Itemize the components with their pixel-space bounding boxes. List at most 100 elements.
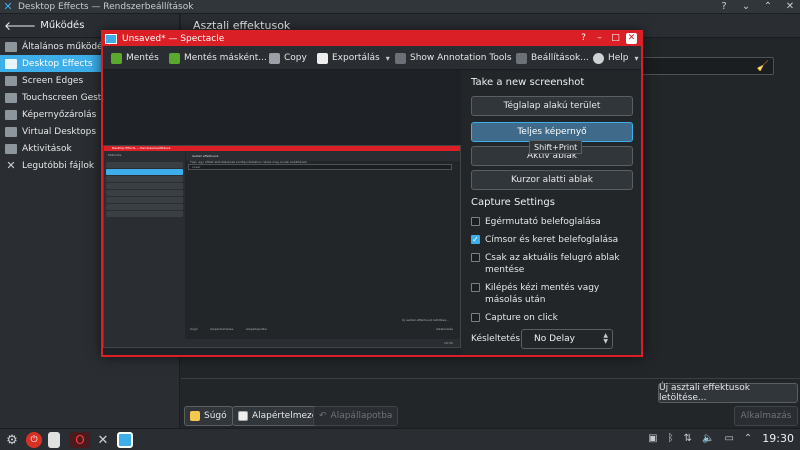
annotation-label: Show Annotation Tools	[410, 53, 512, 63]
shortcut-tooltip: Shift+Print	[529, 140, 583, 154]
thumb-download: Új asztali effektusok letöltése...	[402, 318, 450, 322]
system-tools-icon[interactable]: ✕	[95, 432, 111, 448]
annotate-icon	[395, 52, 406, 64]
save-as-label: Mentés másként...	[184, 53, 267, 63]
divider	[181, 378, 800, 379]
spectacle-icon[interactable]	[117, 432, 133, 448]
sidebar-item-label: Desktop Effects	[22, 58, 93, 69]
defaults-label: Alapértelmezés	[252, 411, 322, 421]
maximize-button[interactable]: □	[610, 33, 621, 44]
network-icon[interactable]: ⇅	[684, 433, 692, 444]
screen-edges-icon	[5, 75, 17, 86]
thumb-field: cover	[192, 165, 201, 169]
bottom-button-bar: Súgó Alapértelmezés ↶ Alapállapotba Alka…	[181, 404, 800, 428]
window-under-cursor-button[interactable]: Kurzor alatti ablak	[471, 170, 633, 190]
opera-icon[interactable]: O	[70, 432, 90, 448]
rect-region-button[interactable]: Téglalap alakú terület	[471, 96, 633, 116]
spectacle-icon	[105, 34, 117, 44]
checkbox[interactable]: ✓	[471, 235, 480, 244]
help-icon	[190, 411, 200, 421]
help-button[interactable]: Súgó	[184, 406, 233, 426]
export-button[interactable]: Exportálás ▾	[317, 50, 390, 66]
copy-icon	[269, 52, 280, 64]
delay-label: Késleltetés:	[471, 334, 524, 344]
volume-icon[interactable]: 🔈	[702, 433, 714, 444]
close-button[interactable]: ✕	[784, 1, 796, 13]
checkbox[interactable]	[471, 253, 480, 262]
minimize-button[interactable]: –	[594, 33, 605, 44]
new-shot-heading: Take a new screenshot	[471, 77, 585, 88]
help-window-button[interactable]: ?	[578, 33, 589, 44]
capture-on-click-checkbox[interactable]: Capture on click	[471, 312, 636, 324]
quit-after-save-checkbox[interactable]: Kilépés kézi mentés vagy másolás után	[471, 282, 636, 306]
close-button[interactable]: ✕	[626, 33, 637, 44]
taskbar: ⚙ ⏻ O ✕ ▣ ᛒ ⇅ 🔈 ▭ ⌃ 19:30	[0, 428, 800, 450]
spectacle-toolbar: Mentés Mentés másként... Copy Exportálás…	[103, 46, 641, 70]
thumbnail-image: Desktop Effects — Rendszerbeállítások Mű…	[103, 145, 461, 348]
undo-icon: ↶	[319, 411, 327, 421]
spectacle-title: Unsaved* — Spectacle	[122, 34, 225, 44]
sidebar-back-label: Működés	[40, 20, 85, 31]
touchscreen-icon	[5, 92, 17, 103]
include-decorations-checkbox[interactable]: ✓ Címsor és keret belefoglalása	[471, 234, 636, 246]
screenshot-preview[interactable]: Desktop Effects — Rendszerbeállítások Mű…	[103, 70, 461, 355]
spectacle-titlebar: Unsaved* — Spectacle ? – □ ✕	[103, 32, 641, 46]
checkbox[interactable]	[471, 217, 480, 226]
apply-button[interactable]: Alkalmazás	[734, 406, 798, 426]
capture-settings-heading: Capture Settings	[471, 197, 555, 208]
app-launcher-icon[interactable]: ⚙	[4, 432, 20, 448]
stop-icon[interactable]: ⏻	[26, 432, 42, 448]
chevron-down-icon: ▾	[634, 53, 639, 63]
spin-arrows-icon[interactable]: ▲ ▼	[603, 333, 608, 345]
defaults-icon	[238, 411, 248, 421]
annotation-button[interactable]: Show Annotation Tools	[395, 50, 512, 66]
thumb-back: Működés	[108, 153, 122, 157]
save-as-icon	[169, 52, 180, 64]
save-label: Mentés	[126, 53, 159, 63]
sidebar-item-label: Képernyőzárolás	[22, 109, 97, 120]
checkbox[interactable]	[471, 283, 480, 292]
settings-icon	[5, 41, 17, 52]
settings-button[interactable]: Beállítások...	[516, 50, 589, 66]
display-icon[interactable]: ▭	[724, 433, 733, 444]
virtual-desktops-icon	[5, 126, 17, 137]
checkbox[interactable]	[471, 313, 480, 322]
expand-tray-icon[interactable]: ⌃	[744, 433, 752, 444]
help-window-button[interactable]: ?	[718, 1, 730, 13]
lock-screen-icon	[5, 109, 17, 120]
window-titlebar: ✕ Desktop Effects — Rendszerbeállítások …	[0, 0, 800, 14]
save-button[interactable]: Mentés	[111, 50, 159, 66]
download-effects-button[interactable]: Új asztali effektusok letöltése...	[658, 383, 798, 403]
delay-spinbox[interactable]: No Delay ▲ ▼	[521, 329, 613, 349]
clipboard-icon[interactable]: ▣	[648, 433, 657, 444]
clear-icon[interactable]: 🧹	[757, 61, 769, 72]
activities-icon	[5, 143, 17, 154]
filter-input[interactable]: 🧹	[640, 57, 774, 75]
popup-only-checkbox[interactable]: Csak az aktuális felugró ablak mentése	[471, 252, 636, 276]
fullscreen-button[interactable]: Teljes képernyő	[471, 122, 633, 142]
thumb-clock: 19:30	[444, 341, 453, 345]
copy-button[interactable]: Copy	[269, 50, 307, 66]
trash-icon[interactable]	[48, 432, 60, 448]
export-icon	[317, 52, 328, 64]
sidebar-item-label: Általános működés	[22, 41, 108, 52]
thumb-heading: Asztali effektusok	[192, 154, 219, 158]
minimize-button[interactable]: ⌄	[740, 1, 752, 13]
clock[interactable]: 19:30	[762, 432, 794, 445]
save-icon	[111, 52, 122, 64]
spectacle-window: Unsaved* — Spectacle ? – □ ✕ Mentés Ment…	[101, 30, 643, 357]
back-arrow-icon: 🡐	[4, 19, 37, 33]
app-close-icon[interactable]: ✕	[2, 0, 14, 13]
effects-icon	[5, 58, 17, 69]
save-as-button[interactable]: Mentés másként...	[169, 50, 267, 66]
delay-value: No Delay	[534, 334, 575, 344]
sidebar-item-label: Aktivitások	[22, 143, 72, 154]
bluetooth-icon[interactable]: ᛒ	[668, 433, 674, 444]
help-menu-button[interactable]: Help ▾	[593, 50, 639, 66]
sidebar-item-label: Screen Edges	[22, 75, 84, 86]
help-icon	[593, 52, 604, 64]
include-pointer-checkbox[interactable]: Egérmutató belefoglalása	[471, 216, 636, 228]
maximize-button[interactable]: ⌃	[762, 1, 774, 13]
help-label: Súgó	[204, 411, 227, 421]
reset-button[interactable]: ↶ Alapállapotba	[313, 406, 399, 426]
